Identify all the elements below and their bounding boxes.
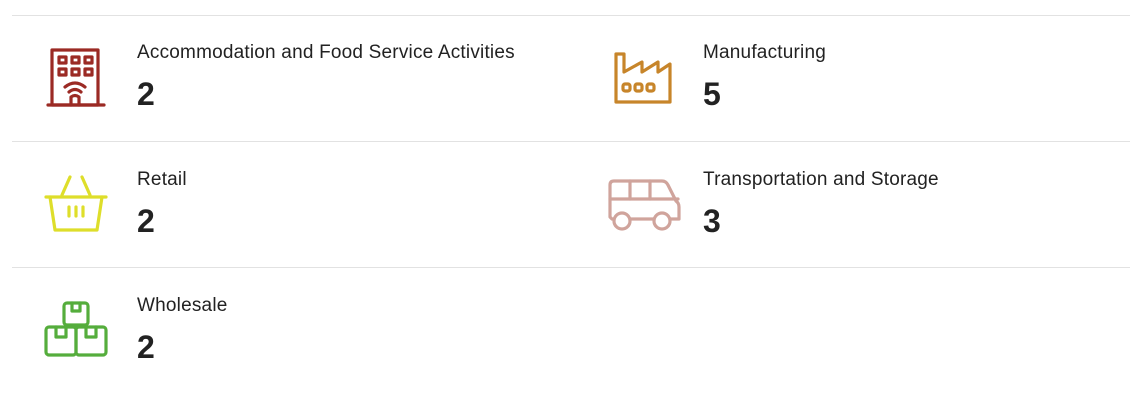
industry-item-transportation: Transportation and Storage 3 — [602, 169, 1130, 269]
shopping-basket-icon — [36, 169, 116, 249]
industry-label: Accommodation and Food Service Activitie… — [137, 42, 515, 63]
industry-item-wholesale: Wholesale 2 — [36, 295, 576, 395]
industry-item-retail: Retail 2 — [36, 169, 576, 269]
industry-item-manufacturing: Manufacturing 5 — [602, 42, 1130, 142]
industry-count: 2 — [137, 76, 155, 112]
industry-count: 2 — [137, 329, 155, 365]
van-icon — [602, 169, 682, 249]
boxes-icon — [36, 295, 116, 375]
divider-row-2 — [12, 267, 1130, 268]
industry-item-accommodation: Accommodation and Food Service Activitie… — [36, 42, 576, 142]
divider-top — [12, 15, 1130, 16]
industry-label: Manufacturing — [703, 42, 827, 63]
industry-label: Transportation and Storage — [703, 169, 939, 190]
industry-count: 5 — [703, 76, 721, 112]
hotel-building-icon — [36, 42, 116, 122]
divider-row-1 — [12, 141, 1130, 142]
factory-icon — [602, 42, 682, 122]
industry-label: Wholesale — [137, 295, 228, 316]
industry-label: Retail — [137, 169, 187, 190]
industry-count: 2 — [137, 203, 155, 239]
industry-count: 3 — [703, 203, 721, 239]
